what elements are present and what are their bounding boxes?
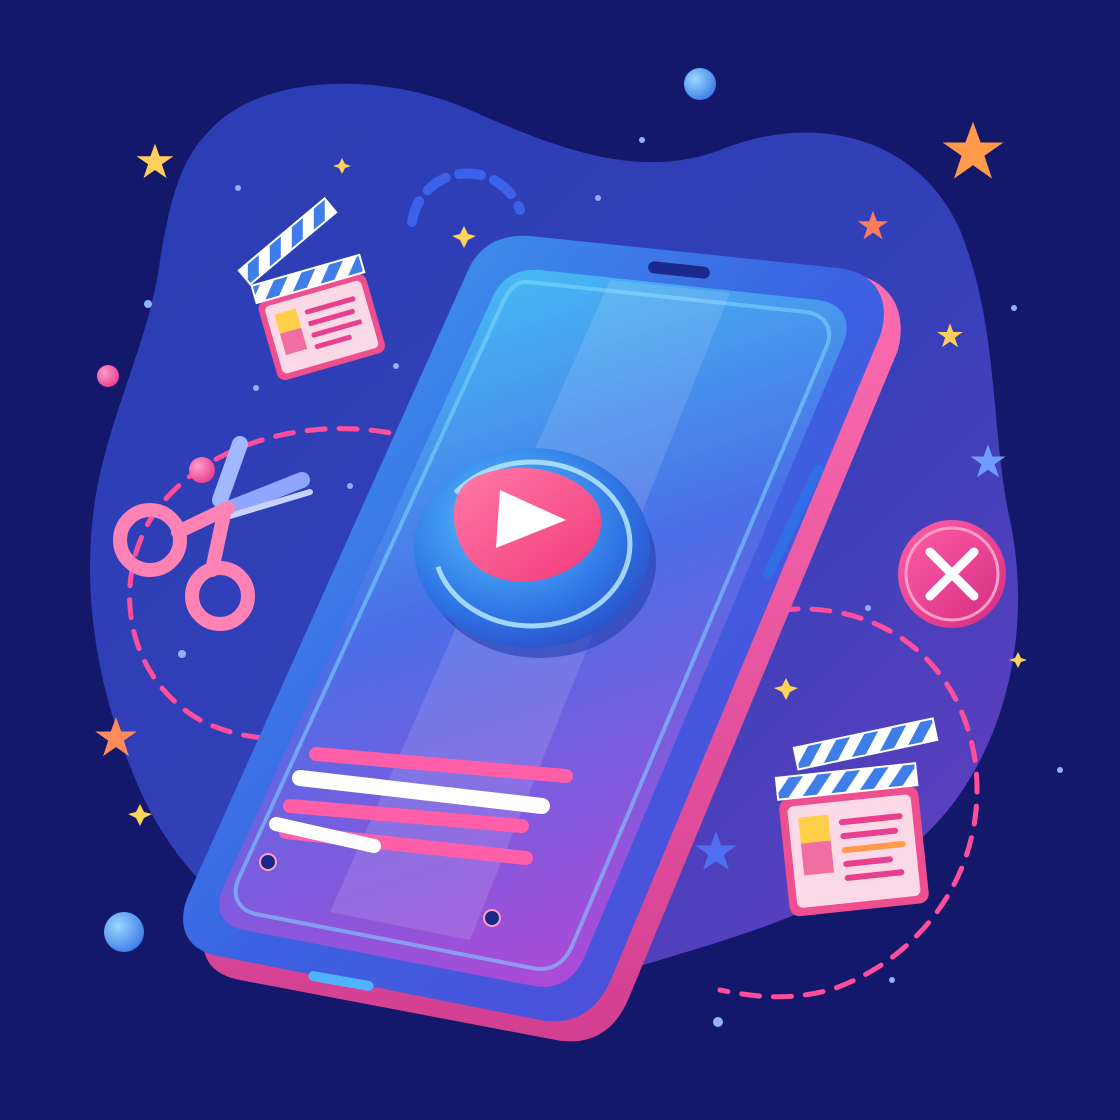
dot-icon: [189, 457, 215, 483]
illustration-canvas: [0, 0, 1120, 1120]
close-icon: [898, 520, 1006, 628]
dot-icon: [104, 912, 144, 952]
video-app-illustration: [0, 0, 1120, 1120]
screen-dot: [483, 909, 501, 927]
dot-icon: [97, 365, 119, 387]
screen-dot: [259, 853, 277, 871]
dot-icon: [684, 68, 716, 100]
